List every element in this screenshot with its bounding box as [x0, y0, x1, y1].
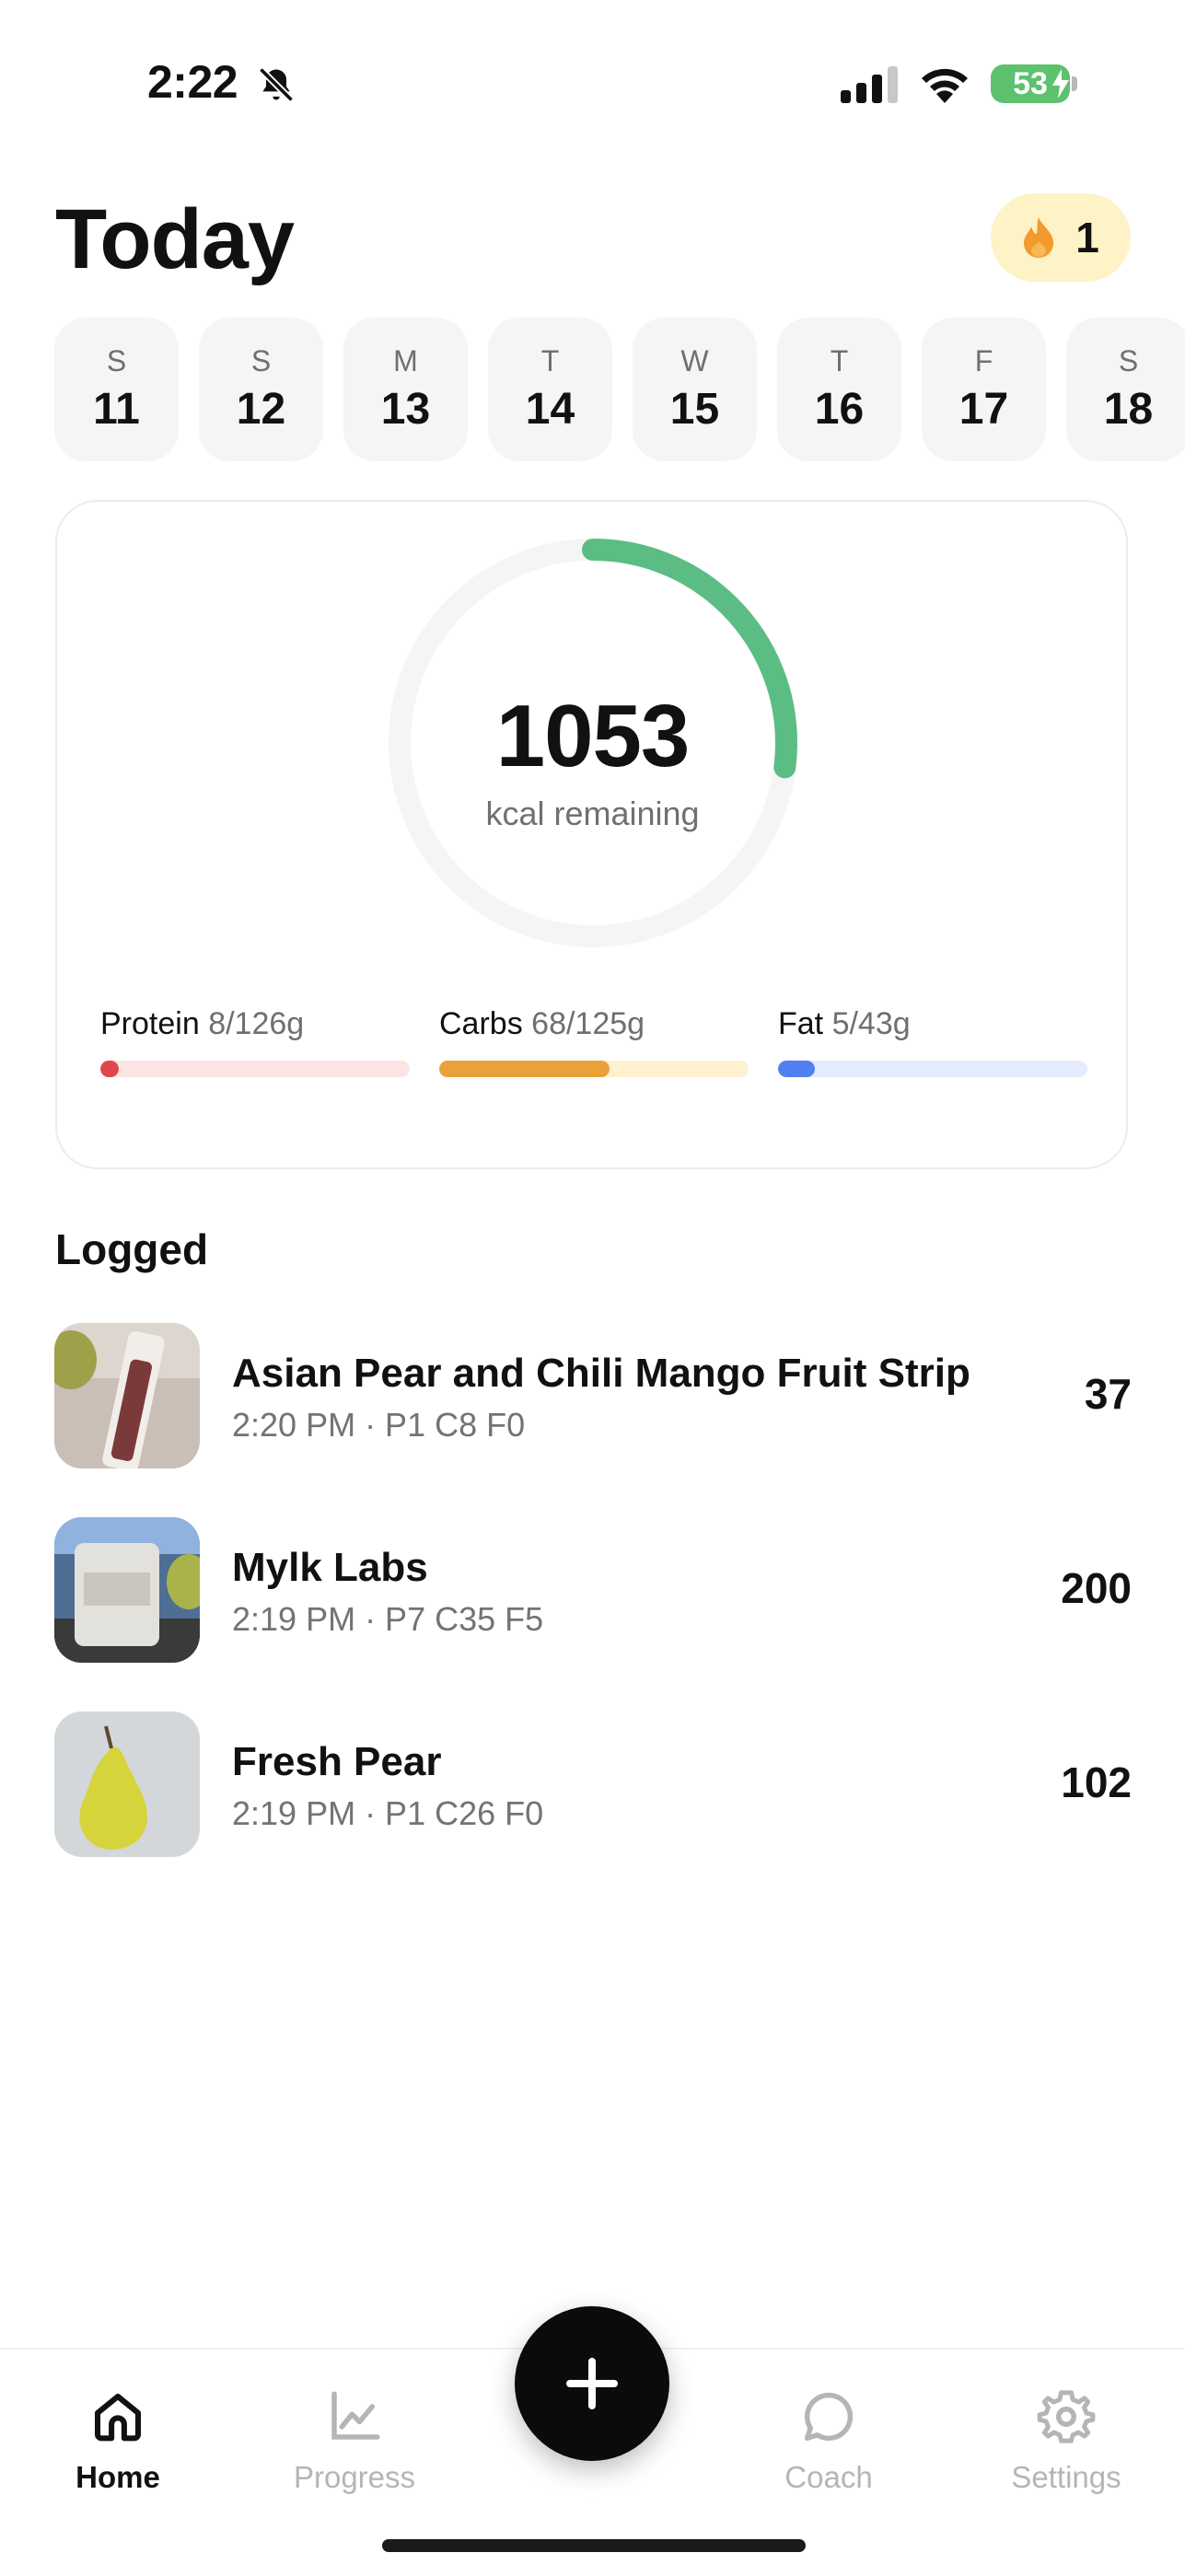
cellular-signal-icon: [841, 66, 898, 103]
kcal-remaining-value: 1053: [495, 687, 691, 785]
food-meta: 2:19 PM · P1 C26 F0: [232, 1794, 544, 1832]
food-name: Mylk Labs: [232, 1545, 428, 1590]
day-letter: S: [1118, 344, 1139, 377]
day-letter: F: [974, 344, 993, 377]
page-title: Today: [55, 192, 295, 286]
macro-bar-fill: [439, 1061, 610, 1077]
day-pill[interactable]: S 11: [54, 318, 179, 461]
logged-section-title: Logged: [55, 1225, 209, 1273]
food-calories: 200: [1061, 1564, 1132, 1612]
logged-food-item[interactable]: Fresh Pear 2:19 PM · P1 C26 F0 102: [54, 1712, 1132, 1857]
calorie-summary-card[interactable]: 1053 kcal remaining Protein 8/126g Carbs…: [55, 500, 1128, 1169]
food-name: Fresh Pear: [232, 1739, 442, 1784]
chat-bubble-icon: [804, 2392, 854, 2442]
day-number: 12: [236, 385, 286, 434]
food-name: Asian Pear and Chili Mango Fruit Strip: [232, 1351, 970, 1396]
logged-food-item[interactable]: Mylk Labs 2:19 PM · P7 C35 F5 200: [54, 1517, 1132, 1663]
macro-name: Fat: [778, 1006, 824, 1041]
day-number: 15: [669, 385, 720, 434]
food-meta: 2:19 PM · P7 C35 F5: [232, 1600, 544, 1638]
macro-bar-fill: [778, 1061, 816, 1077]
macro-bar: [778, 1061, 1087, 1077]
tab-label: Progress: [293, 2460, 416, 2494]
day-letter: S: [106, 344, 127, 377]
food-photo: [54, 1323, 200, 1468]
day-letter: M: [393, 344, 418, 377]
day-number: 18: [1103, 385, 1154, 434]
status-time: 2:22: [147, 56, 238, 108]
day-pill[interactable]: W 15: [633, 318, 757, 461]
day-letter: W: [680, 344, 709, 377]
plus-icon: [566, 2358, 618, 2409]
day-pill[interactable]: M 13: [343, 318, 468, 461]
home-indicator: [382, 2539, 806, 2552]
day-pill[interactable]: F 17: [922, 318, 1046, 461]
day-pill[interactable]: S 18: [1066, 318, 1185, 461]
wifi-icon: [922, 68, 968, 103]
tab-progress[interactable]: Progress: [253, 2386, 456, 2495]
food-photo: [54, 1517, 200, 1663]
tab-label: Home: [76, 2460, 160, 2494]
day-pill[interactable]: S 12: [199, 318, 323, 461]
food-meta: 2:20 PM · P1 C8 F0: [232, 1406, 526, 1444]
flame-icon: [1024, 217, 1054, 258]
chart-line-icon: [331, 2391, 380, 2440]
day-pill[interactable]: T 14: [488, 318, 612, 461]
charging-bolt-icon: [1052, 69, 1069, 99]
day-number: 17: [958, 385, 1009, 434]
macro-name: Carbs: [439, 1006, 523, 1041]
food-photo: [54, 1712, 200, 1857]
day-number: 13: [380, 385, 431, 434]
day-letter: S: [250, 344, 272, 377]
day-letter: T: [830, 344, 849, 377]
gear-icon: [1037, 2390, 1096, 2443]
macro-fat: Fat 5/43g: [778, 1006, 1087, 1077]
add-food-button[interactable]: [515, 2306, 669, 2461]
day-letter: T: [540, 344, 560, 377]
macro-value: 5/43g: [831, 1006, 911, 1041]
tab-settings[interactable]: Settings: [965, 2386, 1168, 2495]
tab-coach[interactable]: Coach: [727, 2386, 930, 2495]
day-selector: S 11 S 12 M 13 T 14 W 15 T 16 F 17 S 18: [54, 318, 1185, 461]
day-number: 11: [93, 385, 140, 434]
macro-bar: [439, 1061, 749, 1077]
battery-cap: [1072, 76, 1077, 91]
food-calories: 102: [1061, 1758, 1132, 1806]
macro-bar-fill: [100, 1061, 120, 1077]
day-number: 16: [814, 385, 865, 434]
macro-bar: [100, 1061, 410, 1077]
tab-label: Coach: [784, 2460, 873, 2494]
streak-badge[interactable]: 1: [991, 193, 1131, 282]
day-number: 14: [525, 385, 575, 434]
tab-home[interactable]: Home: [17, 2386, 219, 2495]
macro-name: Protein: [100, 1006, 200, 1041]
kcal-remaining-label: kcal remaining: [485, 795, 700, 832]
food-calories: 37: [1084, 1370, 1132, 1418]
bell-slash-icon: [258, 66, 295, 103]
macro-value: 68/125g: [531, 1006, 645, 1041]
house-icon: [94, 2393, 142, 2442]
status-bar: 2:22 53: [0, 0, 1185, 166]
macro-carbs: Carbs 68/125g: [439, 1006, 749, 1077]
logged-food-item[interactable]: Asian Pear and Chili Mango Fruit Strip 2…: [54, 1323, 1132, 1468]
macro-protein: Protein 8/126g: [100, 1006, 410, 1077]
streak-count: 1: [1075, 214, 1099, 261]
day-pill[interactable]: T 16: [777, 318, 901, 461]
macro-value: 8/126g: [208, 1006, 305, 1041]
tab-label: Settings: [1011, 2460, 1121, 2494]
